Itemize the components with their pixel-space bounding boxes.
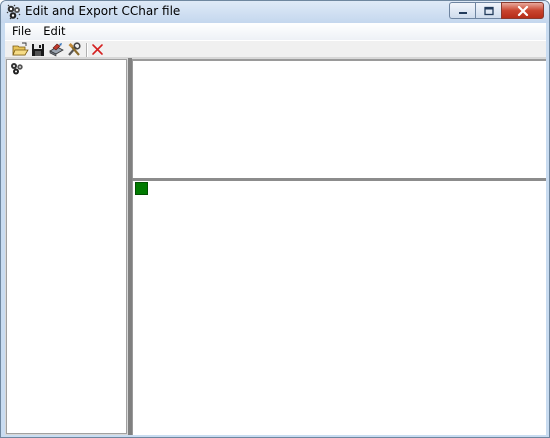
app-window: Edit and Export CChar file File Edit [0, 0, 550, 438]
tools-icon [68, 42, 81, 56]
maximize-icon [483, 6, 494, 15]
menu-bar: File Edit [5, 23, 546, 40]
save-button[interactable] [30, 42, 47, 58]
minimize-icon [458, 11, 467, 14]
tree-view[interactable] [6, 59, 127, 434]
toolbar-separator [86, 43, 87, 57]
save-disk-icon [32, 44, 44, 56]
delete-button[interactable] [89, 42, 106, 58]
title-bar[interactable]: Edit and Export CChar file [1, 1, 549, 23]
preview-pane[interactable] [132, 59, 546, 178]
menu-edit[interactable]: Edit [36, 23, 70, 40]
open-folder-icon [12, 42, 29, 56]
delete-icon [92, 44, 103, 55]
gear-cluster-icon[interactable] [6, 4, 22, 20]
window-title: Edit and Export CChar file [25, 4, 181, 18]
toolbar [5, 40, 546, 58]
export-icon [49, 43, 64, 57]
maximize-button[interactable] [475, 2, 501, 19]
export-button[interactable] [48, 42, 65, 58]
minimize-button[interactable] [449, 2, 475, 19]
color-swatch[interactable] [135, 182, 148, 195]
close-icon [517, 5, 528, 16]
client-area [5, 58, 546, 435]
gear-cluster-icon [11, 63, 23, 75]
close-button[interactable] [501, 2, 544, 19]
open-button[interactable] [12, 42, 29, 58]
tree-root-node[interactable] [10, 62, 24, 75]
menu-file[interactable]: File [5, 23, 36, 40]
editor-pane[interactable] [132, 181, 546, 435]
tools-button[interactable] [66, 42, 83, 58]
window-controls [449, 2, 544, 19]
